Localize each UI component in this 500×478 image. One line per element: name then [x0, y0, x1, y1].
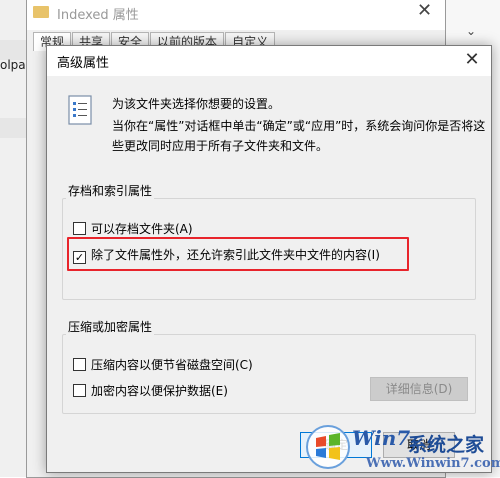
chevron-down-icon[interactable]: ⌄: [466, 24, 476, 38]
encrypt-checkbox[interactable]: [73, 384, 86, 397]
windows-logo-icon: [306, 425, 350, 469]
close-icon[interactable]: ✕: [417, 0, 432, 21]
archive-checkbox[interactable]: [73, 222, 86, 235]
encrypt-option-label: 加密内容以便保护数据(E): [91, 384, 228, 398]
settings-document-icon: [68, 95, 92, 125]
compress-option-label: 压缩内容以便节省磁盘空间(C): [91, 358, 253, 372]
parent-titlebar: Indexed 属性 ✕: [27, 0, 445, 30]
highlight-box: [67, 237, 409, 271]
archive-option[interactable]: 可以存档文件夹(A): [73, 220, 193, 237]
compress-encrypt-group: [62, 334, 476, 414]
details-button[interactable]: 详细信息(D): [370, 377, 468, 401]
dialog-titlebar: 高级属性 ✕: [47, 46, 491, 76]
compress-encrypt-group-label: 压缩或加密属性: [66, 318, 155, 335]
parent-window-title: Indexed 属性: [57, 8, 139, 23]
intro-text-line-3: 些更改同时应用于所有子文件夹和文件。: [112, 139, 329, 153]
compress-option[interactable]: 压缩内容以便节省磁盘空间(C): [73, 356, 253, 373]
close-button[interactable]: ✕: [459, 48, 485, 72]
watermark-site-name: 系统之家: [408, 434, 485, 456]
intro-text-line-2: 当你在“属性”对话框中单击“确定”或“应用”时，系统会询问你是否将这: [112, 119, 486, 133]
archive-option-label: 可以存档文件夹(A): [91, 222, 193, 236]
compress-checkbox[interactable]: [73, 358, 86, 371]
watermark-url: Www.Winwin7.com: [366, 456, 500, 471]
watermark-brand: Win7: [352, 426, 411, 450]
dialog-title: 高级属性: [57, 56, 110, 71]
explorer-item-fragment: olpa: [0, 58, 26, 72]
archive-index-group-label: 存档和索引属性: [66, 182, 155, 199]
intro-text-line-1: 为该文件夹选择你想要的设置。: [112, 97, 281, 111]
encrypt-option[interactable]: 加密内容以便保护数据(E): [73, 382, 228, 399]
advanced-attributes-dialog: 高级属性 ✕ 为该文件夹选择你想要的设置。 当你在“属性”对话框中单击“确定”或…: [46, 45, 492, 473]
folder-icon: [33, 6, 49, 18]
site-watermark: Win7 系统之家 Www.Winwin7.com: [300, 422, 500, 477]
